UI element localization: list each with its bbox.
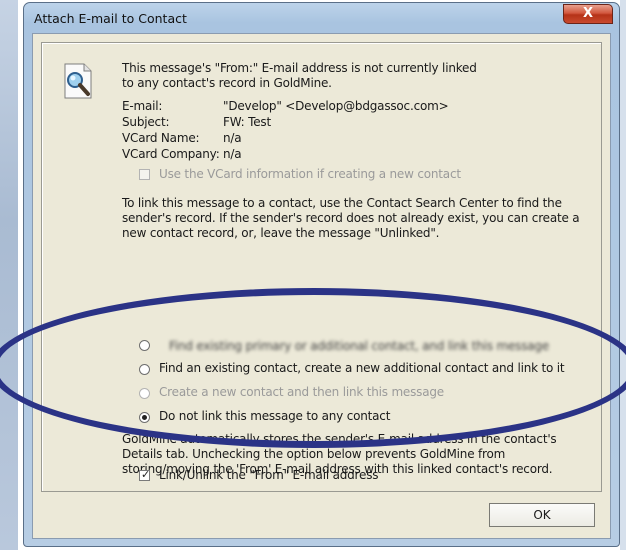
radio-selected-dot: [142, 415, 147, 420]
radio-find-create-additional[interactable]: [139, 364, 150, 375]
vcard-checkbox-label: Use the VCard information if creating a …: [159, 167, 461, 181]
desktop-background-right: [620, 0, 626, 550]
vcard-company-label: VCard Company:: [122, 147, 220, 161]
radio-find-existing[interactable]: [139, 340, 150, 351]
close-button[interactable]: X: [563, 4, 613, 24]
ok-button[interactable]: OK: [489, 503, 595, 527]
subject-label: Subject:: [122, 115, 170, 129]
radio-create-new[interactable]: [139, 388, 150, 399]
vcard-checkbox[interactable]: [139, 169, 150, 180]
email-label: E-mail:: [122, 99, 163, 113]
vcard-name-label: VCard Name:: [122, 131, 200, 145]
subject-value: FW: Test: [223, 115, 271, 129]
checkmark-icon: ✓: [141, 468, 151, 481]
dialog-window: Attach E-mail to Contact X This message'…: [23, 2, 620, 547]
title-bar[interactable]: Attach E-mail to Contact X: [24, 3, 619, 33]
content-group: This message's "From:" E-mail address is…: [41, 42, 602, 492]
instructions-text: To link this message to a contact, use t…: [122, 196, 580, 240]
vcard-name-value: n/a: [223, 131, 242, 145]
link-unlink-label: Link/Unlink the "From" E-mail address: [159, 468, 379, 482]
radio-do-not-link[interactable]: [139, 412, 150, 423]
window-title: Attach E-mail to Contact: [34, 11, 187, 26]
dialog-body: This message's "From:" E-mail address is…: [32, 33, 611, 539]
message-text: This message's "From:" E-mail address is…: [122, 61, 477, 90]
radio-do-not-link-label: Do not link this message to any contact: [159, 409, 391, 423]
email-value: "Develop" <Develop@bdgassoc.com>: [223, 99, 449, 113]
link-unlink-checkbox[interactable]: ✓: [139, 468, 151, 481]
magnifier-search-icon: [62, 63, 94, 99]
radio-find-existing-label: Find existing primary or additional cont…: [169, 339, 550, 353]
vcard-company-value: n/a: [223, 147, 242, 161]
radio-find-create-additional-label: Find an existing contact, create a new a…: [159, 361, 565, 375]
desktop-background: [0, 0, 18, 550]
radio-create-new-label: Create a new contact and then link this …: [159, 385, 444, 399]
